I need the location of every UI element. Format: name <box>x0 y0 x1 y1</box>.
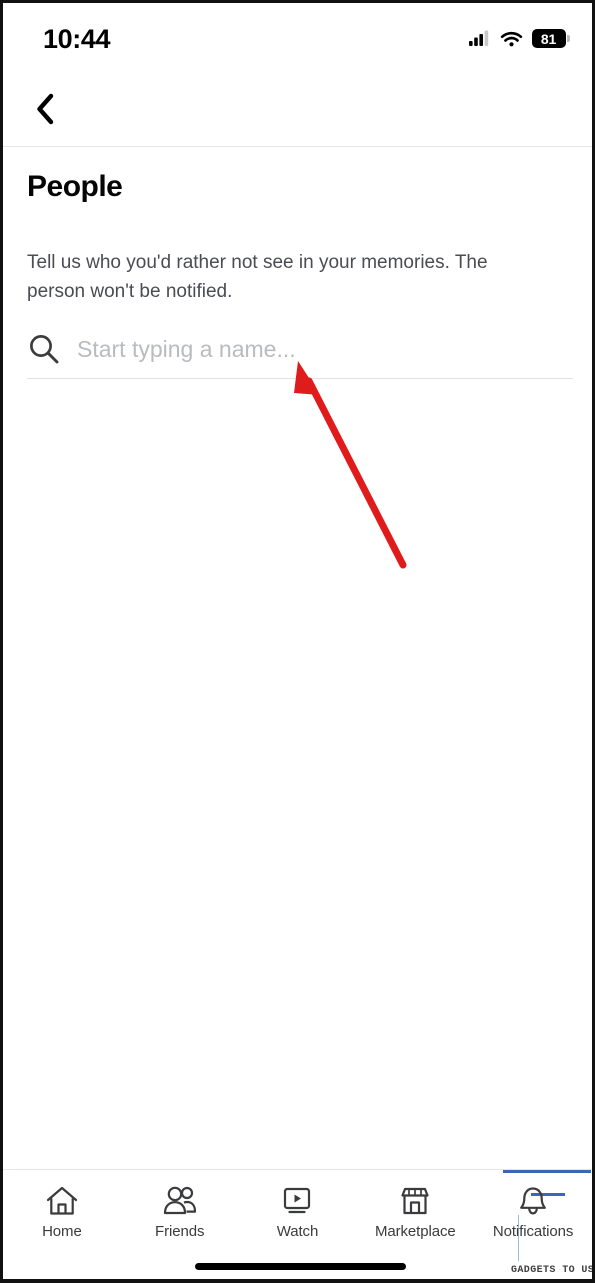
marketplace-icon <box>398 1183 432 1219</box>
home-indicator-bar[interactable] <box>195 1263 406 1270</box>
header-divider <box>3 146 592 147</box>
nav-label-friends: Friends <box>155 1223 205 1240</box>
nav-label-notifications: Notifications <box>492 1223 574 1240</box>
nav-label-marketplace: Marketplace <box>374 1223 456 1240</box>
status-bar-indicators: 81 <box>468 29 570 48</box>
watermark-text: GADGETS TO USE <box>511 1265 595 1276</box>
page-title: People <box>27 170 123 203</box>
status-bar: 10:44 81 <box>3 3 592 73</box>
search-underline <box>27 378 573 379</box>
search-row[interactable] <box>27 321 573 377</box>
nav-item-notifications[interactable]: Notifications <box>474 1183 592 1240</box>
nav-item-marketplace[interactable]: Marketplace <box>356 1183 474 1240</box>
page-description: Tell us who you'd rather not see in your… <box>27 252 488 302</box>
nav-label-watch: Watch <box>276 1223 319 1240</box>
back-button[interactable] <box>23 87 67 131</box>
nav-item-home[interactable]: Home <box>3 1183 121 1240</box>
chevron-left-icon <box>37 93 54 125</box>
friends-icon <box>162 1183 198 1219</box>
wifi-icon <box>500 31 522 47</box>
watch-icon <box>280 1183 314 1219</box>
bottom-navigation-bar: Home Friends Watch Marketplace Notificat… <box>3 1170 592 1252</box>
status-bar-time: 10:44 <box>43 24 111 54</box>
home-icon <box>45 1183 79 1219</box>
bell-icon <box>516 1183 550 1219</box>
search-input[interactable] <box>77 335 557 363</box>
red-arrow-icon <box>294 361 407 569</box>
nav-label-home: Home <box>42 1223 82 1240</box>
nav-item-friends[interactable]: Friends <box>121 1183 239 1240</box>
signal-bars-icon <box>468 30 488 46</box>
search-icon <box>30 335 59 364</box>
nav-item-watch[interactable]: Watch <box>239 1183 357 1240</box>
phone-screen: 10:44 81 People Tell us who you'd rather… <box>0 0 595 1283</box>
battery-icon: 81 <box>531 29 570 48</box>
battery-percentage: 81 <box>540 30 557 47</box>
nav-header <box>3 73 592 146</box>
